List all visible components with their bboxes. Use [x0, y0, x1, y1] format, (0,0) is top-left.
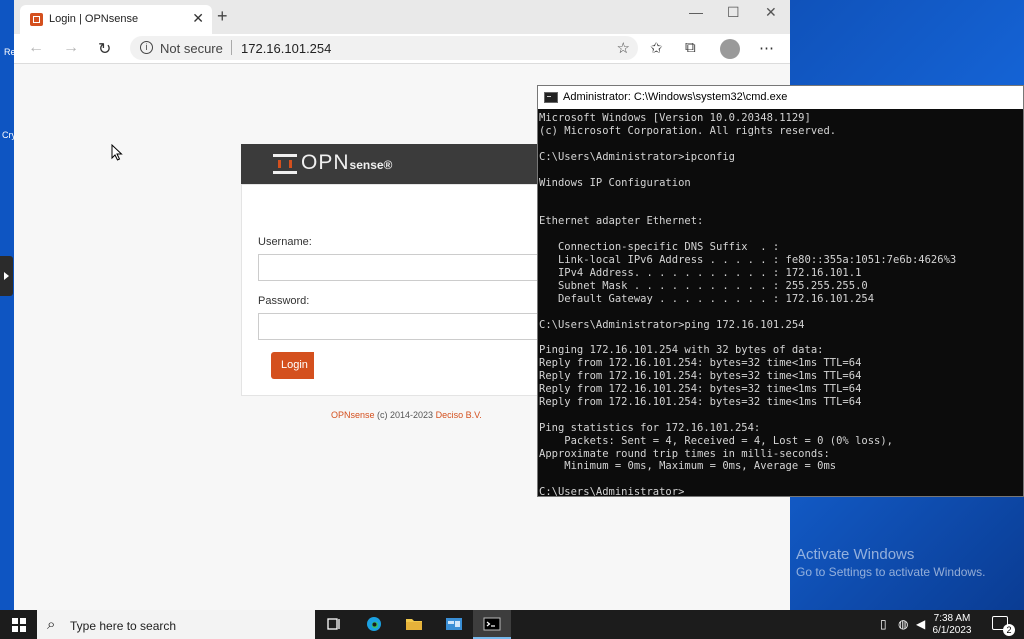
side-panel-handle[interactable] — [0, 256, 13, 296]
profile-icon[interactable] — [720, 39, 740, 59]
password-label: Password: — [258, 295, 310, 307]
opnsense-favicon-icon — [30, 13, 43, 26]
cmd-icon[interactable] — [473, 610, 511, 639]
clock-date: 6/1/2023 — [932, 625, 972, 636]
cmd-line: Reply from 172.16.101.254: bytes=32 time… — [539, 370, 862, 383]
more-icon[interactable]: ⋯ — [759, 39, 774, 57]
logo-registered-mark: ® — [383, 158, 393, 172]
password-input[interactable] — [258, 313, 542, 340]
volume-muted-icon[interactable]: ◀ — [916, 617, 925, 631]
cmd-line: Ping statistics for 172.16.101.254: — [539, 421, 761, 434]
collections-icon[interactable]: ⧉ — [685, 39, 696, 56]
tab-bar: Login | OPNsense ✕ + — ☐ ✕ — [14, 0, 790, 34]
search-placeholder: Type here to search — [70, 619, 177, 633]
tab-opnsense-login[interactable]: Login | OPNsense ✕ — [20, 5, 212, 34]
tab-close-icon[interactable]: ✕ — [192, 10, 204, 27]
opnsense-logo-icon — [273, 154, 297, 174]
maximize-icon[interactable]: ☐ — [727, 4, 740, 21]
desktop-icon-strip — [0, 0, 14, 610]
network-globe-icon[interactable]: ◍ — [898, 617, 908, 631]
cmd-title-text: Administrator: C:\Windows\system32\cmd.e… — [563, 91, 788, 103]
cmd-line: Link-local IPv6 Address . . . . . : fe80… — [539, 253, 957, 266]
cmd-line: Connection-specific DNS Suffix . : — [539, 241, 780, 254]
cmd-line: IPv4 Address. . . . . . . . . . . : 172.… — [539, 266, 862, 279]
cmd-line: Pinging 172.16.101.254 with 32 bytes of … — [539, 344, 824, 357]
cmd-line: Reply from 172.16.101.254: bytes=32 time… — [539, 357, 862, 370]
favorites-icon[interactable]: ✩ — [650, 39, 663, 57]
cmd-line: Approximate round trip times in milli-se… — [539, 447, 830, 460]
file-explorer-icon[interactable] — [395, 610, 433, 639]
cmd-console-output[interactable]: Microsoft Windows [Version 10.0.20348.11… — [538, 112, 1023, 499]
logo-suffix: sense — [349, 158, 384, 172]
cmd-line — [539, 189, 1023, 202]
start-windows-icon[interactable] — [12, 618, 26, 632]
login-button[interactable]: Login — [271, 352, 314, 379]
cmd-line: C:\Users\Administrator> — [539, 486, 685, 499]
close-window-icon[interactable]: ✕ — [765, 4, 777, 21]
page-footer: OPNsense (c) 2014-2023 Deciso B.V. — [331, 410, 482, 420]
footer-brand-link[interactable]: OPNsense — [331, 410, 375, 420]
cmd-line: Default Gateway . . . . . . . . . : 172.… — [539, 292, 875, 305]
cmd-line: Subnet Mask . . . . . . . . . . . : 255.… — [539, 279, 868, 292]
cmd-line: Windows IP Configuration — [539, 176, 691, 189]
task-view-icon[interactable] — [315, 610, 353, 639]
cmd-line — [539, 306, 1023, 319]
cmd-line — [539, 138, 1023, 151]
username-input[interactable] — [258, 254, 542, 281]
cmd-line: (c) Microsoft Corporation. All rights re… — [539, 124, 837, 137]
browser-toolbar: ← → ↻ i Not secure 172.16.101.254 ☆ ✩ ⧉ … — [14, 34, 790, 64]
taskbar-search-box[interactable]: ⌕ Type here to search — [37, 610, 315, 639]
cmd-line — [539, 331, 1023, 344]
cmd-line — [539, 409, 1023, 422]
cmd-line: Minimum = 0ms, Maximum = 0ms, Average = … — [539, 460, 837, 473]
cmd-line: C:\Users\Administrator>ping 172.16.101.2… — [539, 318, 805, 331]
footer-copyright: (c) 2014-2023 — [374, 410, 436, 420]
cmd-line: Ethernet adapter Ethernet: — [539, 215, 704, 228]
not-secure-label[interactable]: Not secure — [160, 41, 223, 56]
cmd-line — [539, 228, 1023, 241]
notification-count-badge: 2 — [1003, 624, 1015, 636]
cmd-line: Reply from 172.16.101.254: bytes=32 time… — [539, 383, 862, 396]
usb-device-icon[interactable]: ▯ — [880, 617, 887, 631]
forward-arrow-icon[interactable]: → — [63, 39, 79, 57]
tab-title: Login | OPNsense — [49, 13, 139, 25]
star-icon[interactable]: ☆ — [617, 39, 630, 57]
cmd-line: Reply from 172.16.101.254: bytes=32 time… — [539, 395, 862, 408]
cmd-line — [539, 202, 1023, 215]
address-separator — [231, 40, 232, 55]
watermark-subtitle: Go to Settings to activate Windows. — [796, 565, 986, 579]
clock-time: 7:38 AM — [933, 613, 971, 624]
back-arrow-icon[interactable]: ← — [28, 39, 44, 57]
cmd-line — [539, 164, 1023, 177]
cmd-window[interactable]: Administrator: C:\Windows\system32\cmd.e… — [537, 85, 1024, 499]
minimize-icon[interactable]: — — [689, 4, 703, 20]
taskbar-clock[interactable]: 7:38 AM 6/1/2023 — [927, 613, 977, 637]
edge-icon[interactable] — [355, 610, 393, 639]
cmd-line: Packets: Sent = 4, Received = 4, Lost = … — [539, 434, 894, 447]
activate-windows-watermark: Activate Windows Go to Settings to activ… — [796, 546, 985, 579]
refresh-icon[interactable]: ↻ — [98, 39, 111, 59]
taskbar: ⌕ Type here to search ▯ ◍ ◀ 7:38 AM 6/1/… — [0, 610, 1024, 639]
username-label: Username: — [258, 236, 312, 248]
cmd-line: C:\Users\Administrator>ipconfig — [539, 150, 735, 163]
search-icon: ⌕ — [47, 616, 56, 633]
cmd-title-bar[interactable]: Administrator: C:\Windows\system32\cmd.e… — [538, 86, 1023, 109]
address-bar[interactable]: i Not secure 172.16.101.254 ☆ — [130, 36, 638, 60]
info-icon[interactable]: i — [140, 41, 153, 54]
url-text[interactable]: 172.16.101.254 — [241, 41, 331, 56]
cmd-line — [539, 473, 1023, 486]
watermark-title: Activate Windows — [796, 546, 915, 563]
cmd-line: Microsoft Windows [Version 10.0.20348.11… — [539, 112, 811, 124]
footer-company-link[interactable]: Deciso B.V. — [436, 410, 482, 420]
server-manager-icon[interactable] — [435, 610, 473, 639]
opnsense-header: OPNsense® — [241, 144, 541, 184]
new-tab-icon[interactable]: + — [217, 6, 228, 27]
logo-text: OPN — [301, 151, 350, 174]
cmd-window-icon — [544, 92, 558, 103]
